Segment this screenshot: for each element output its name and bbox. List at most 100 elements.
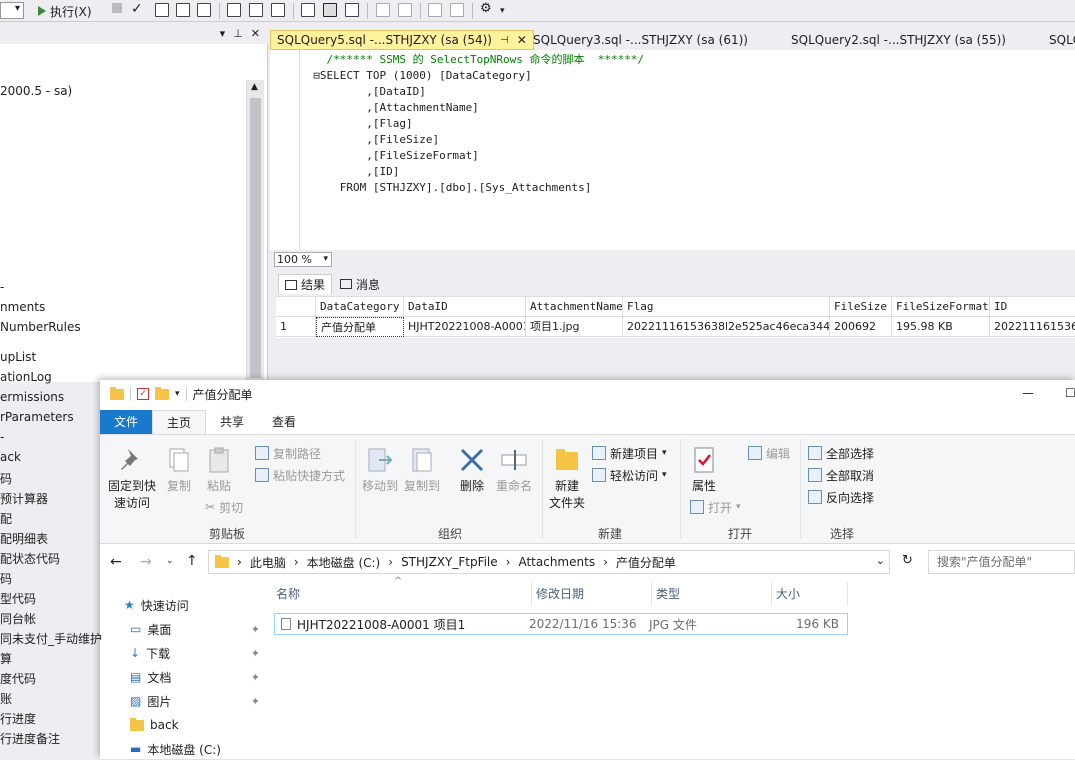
uncomment-icon[interactable] [398, 3, 412, 17]
minimize-button[interactable]: — [1022, 386, 1034, 400]
comment-icon[interactable] [376, 3, 390, 17]
object-explorer-item[interactable]: 预计算器 [0, 490, 48, 507]
close-icon[interactable]: ✕ [251, 27, 260, 40]
grid-header[interactable]: ID [990, 297, 1075, 317]
grid-header[interactable]: DataCategory [316, 297, 404, 317]
column-name[interactable]: 名称 [272, 582, 532, 606]
tab-sqlquery2[interactable]: SQLQuery2.sql -...STHJZXY (sa (55)) [785, 30, 1012, 50]
object-explorer-item[interactable]: 行进度备注 [0, 730, 60, 747]
up-arrow-icon[interactable]: ↑ [186, 553, 198, 569]
object-explorer-item[interactable]: rParameters [0, 410, 74, 424]
object-explorer-item[interactable]: 配状态代码 [0, 550, 60, 567]
dropdown-icon[interactable]: ▾ [220, 27, 226, 40]
object-explorer-item[interactable]: 码 [0, 470, 12, 487]
paste-button[interactable]: 粘贴 [202, 445, 236, 495]
tab-share[interactable]: 共享 [206, 410, 258, 434]
results-file-icon[interactable] [345, 3, 359, 17]
grid-cell[interactable]: 195.98 KB [892, 317, 990, 337]
grid-cell[interactable]: HJHT20221008-A0001 [404, 317, 526, 337]
object-explorer-item[interactable]: NumberRules [0, 320, 81, 334]
grid-cell[interactable]: 产值分配单 [316, 317, 404, 337]
live-stats-icon[interactable] [249, 3, 263, 17]
copy-to-button[interactable]: 复制到 [402, 445, 442, 495]
breadcrumb-current[interactable]: 产值分配单 [616, 554, 676, 571]
outdent-icon[interactable] [428, 3, 442, 17]
new-folder-icon[interactable] [155, 386, 169, 400]
refresh-icon[interactable]: ↻ [902, 553, 913, 568]
tab-results[interactable]: 结果 [278, 274, 333, 294]
options-icon[interactable] [197, 3, 211, 17]
toolbar-overflow-icon[interactable]: ▾ [500, 6, 505, 16]
results-grid[interactable]: 1 DataCategory 产值分配单 DataID HJHT20221008-A00… [276, 296, 1075, 338]
breadcrumb-drive[interactable]: 本地磁盘 (C:) [307, 554, 381, 571]
zoom-combo[interactable]: 100 % ▾ [274, 252, 332, 267]
execute-button[interactable]: 执行(X) [38, 2, 92, 20]
pin-icon[interactable]: ✦ [251, 695, 260, 708]
pin-icon[interactable]: ✦ [251, 623, 260, 636]
edit-button[interactable]: 编辑 [748, 443, 790, 463]
object-explorer-item[interactable]: 算 [0, 650, 12, 667]
pin-icon[interactable]: ⊥ [233, 27, 243, 40]
easy-access-button[interactable]: 轻松访问 ▾ [592, 465, 667, 485]
parse-check-icon[interactable]: ✓ [131, 1, 143, 17]
specify-values-icon[interactable]: ⚙ [480, 1, 492, 16]
grid-header[interactable]: DataID [404, 297, 526, 317]
grid-header[interactable]: FileSize [830, 297, 892, 317]
nav-item[interactable]: ★ 快速访问 [124, 594, 254, 616]
client-stats-icon[interactable] [271, 3, 285, 17]
object-explorer-item[interactable]: - [0, 280, 4, 294]
pin-icon[interactable]: ⊣ [500, 35, 509, 46]
breadcrumb-attachments[interactable]: Attachments [518, 555, 595, 569]
delete-button[interactable]: 删除 [454, 445, 490, 495]
copy-path-button[interactable]: 复制路径 [255, 443, 321, 463]
search-input[interactable]: 搜索"产值分配单" [928, 550, 1075, 574]
file-row[interactable]: HJHT20221008-A0001 项目1 2022/11/16 15:36 … [274, 613, 848, 635]
grid-cell[interactable]: 项目1.jpg [526, 317, 623, 337]
results-grid-icon[interactable] [323, 3, 337, 17]
grid-cell[interactable]: 20221116153638l2e525ac46eca34427 [623, 317, 830, 337]
object-explorer-item[interactable]: 账 [0, 690, 12, 707]
recent-dropdown-icon[interactable]: ⌄ [166, 556, 174, 566]
address-bar[interactable]: › 此电脑 › 本地磁盘 (C:) › STHJZXY_FtpFile › At… [208, 550, 890, 574]
object-explorer-item[interactable]: 行进度 [0, 710, 36, 727]
new-folder-button[interactable]: 新建 文件夹 [544, 445, 590, 512]
nav-item[interactable]: ▤ 文档 ✦ [130, 666, 260, 688]
pin-icon[interactable]: ✦ [251, 647, 260, 660]
breadcrumb-this-pc[interactable]: 此电脑 [250, 554, 286, 571]
close-icon[interactable]: ✕ [517, 33, 527, 47]
properties-button[interactable]: 属性 [684, 445, 724, 495]
forward-arrow-icon[interactable]: → [140, 554, 152, 570]
server-node[interactable]: 2000.5 - sa) [0, 84, 72, 98]
copy-button[interactable]: 复制 [162, 445, 196, 495]
tab-messages[interactable]: 消息 [334, 274, 386, 294]
pin-icon[interactable]: ✦ [251, 671, 260, 684]
select-none-button[interactable]: 全部取消 [808, 465, 874, 485]
object-explorer-item[interactable]: 配 [0, 510, 12, 527]
grid-cell[interactable]: 200692 [830, 317, 892, 337]
qat-dropdown-icon[interactable]: ▾ [175, 389, 180, 399]
object-explorer-item[interactable]: 型代码 [0, 590, 36, 607]
nav-item[interactable]: ▭ 桌面 ✦ [130, 618, 260, 640]
nav-item[interactable]: ▬ 本地磁盘 (C:) [130, 738, 260, 760]
tab-sqlquery3[interactable]: SQLQuery3.sql -...STHJZXY (sa (61)) [527, 30, 754, 50]
move-to-button[interactable]: 移动到 [360, 445, 400, 495]
properties-check-icon[interactable]: ✓ [137, 388, 149, 400]
open-button[interactable]: 打开 ▾ [690, 497, 741, 517]
nav-item[interactable]: ▨ 图片 ✦ [130, 690, 260, 712]
object-explorer-item[interactable]: upList [0, 350, 36, 364]
invert-selection-button[interactable]: 反向选择 [808, 487, 874, 507]
cut-button[interactable]: ✂ 剪切 [205, 497, 243, 517]
display-plan-icon[interactable] [155, 3, 169, 17]
nav-item[interactable]: back [130, 714, 260, 736]
object-explorer-item[interactable]: ack [0, 450, 21, 464]
query-designer-icon[interactable] [176, 3, 190, 17]
grid-header[interactable]: Flag [623, 297, 830, 317]
results-text-icon[interactable] [301, 3, 315, 17]
maximize-button[interactable]: ☐ [1065, 386, 1075, 400]
column-date[interactable]: 修改日期 [532, 582, 652, 606]
stop-icon[interactable] [112, 3, 122, 13]
tab-sqlquery5[interactable]: SQLQuery5.sql -...STHJZXY (sa (54)) ⊣ ✕ [270, 30, 534, 50]
nav-item[interactable]: ↓ 下载 ✦ [130, 642, 260, 664]
tab-file[interactable]: 文件 [100, 410, 153, 434]
grid-header[interactable]: FileSizeFormat [892, 297, 990, 317]
